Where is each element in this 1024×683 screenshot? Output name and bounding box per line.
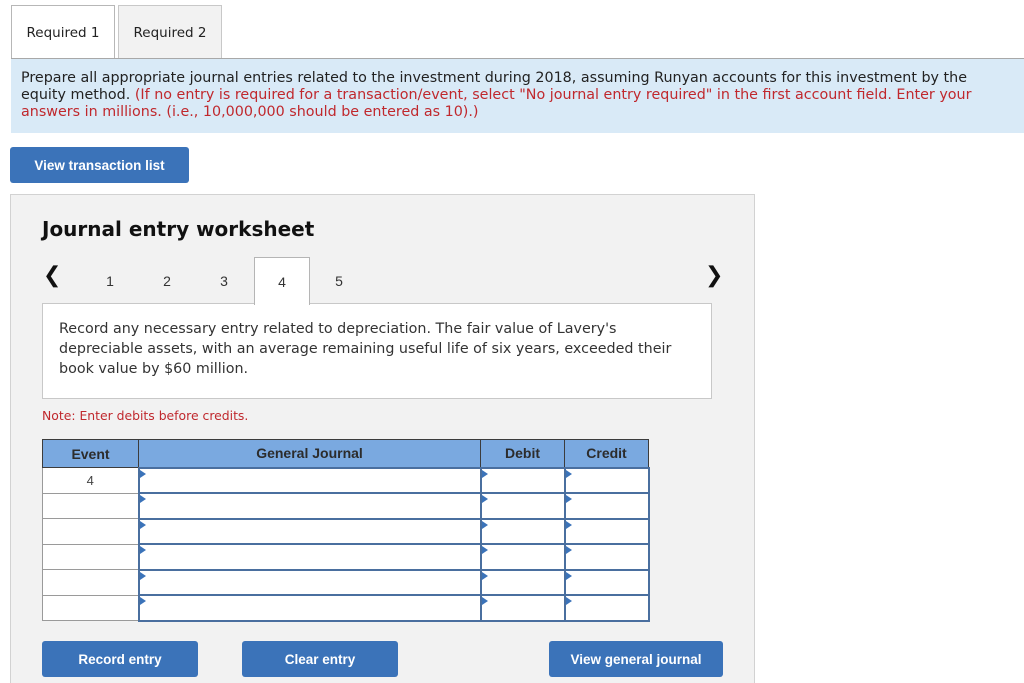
header-debit: Debit <box>480 439 565 468</box>
page-4[interactable]: 4 <box>254 257 310 305</box>
credit-field[interactable] <box>563 543 650 571</box>
table-row: 4 <box>42 466 650 494</box>
event-cell <box>42 569 139 596</box>
tab-required-1[interactable]: Required 1 <box>11 5 115 60</box>
worksheet-title: Journal entry worksheet <box>42 217 315 241</box>
debit-field[interactable] <box>479 492 566 520</box>
chevron-left-icon[interactable]: ❮ <box>43 263 61 288</box>
tab-required-2[interactable]: Required 2 <box>118 5 222 59</box>
page-3[interactable]: 3 <box>196 257 252 304</box>
page-1[interactable]: 1 <box>82 257 138 304</box>
event-cell <box>42 594 139 621</box>
credit-field[interactable] <box>563 466 650 494</box>
header-credit: Credit <box>564 439 649 468</box>
event-cell: 4 <box>42 467 139 494</box>
debit-field[interactable] <box>479 543 566 571</box>
page-5[interactable]: 5 <box>311 257 367 304</box>
debit-field[interactable] <box>479 517 566 545</box>
account-field[interactable] <box>137 543 482 571</box>
account-field[interactable] <box>137 517 482 545</box>
page-2[interactable]: 2 <box>139 257 195 304</box>
table-row <box>42 594 650 622</box>
table-row <box>42 492 650 520</box>
clear-entry-button[interactable]: Clear entry <box>242 641 398 677</box>
instructions-note: (If no entry is required for a transacti… <box>21 87 972 120</box>
instructions-panel: Prepare all appropriate journal entries … <box>11 59 1024 133</box>
account-field[interactable] <box>137 492 482 520</box>
debit-field[interactable] <box>479 568 566 596</box>
question-text: Record any necessary entry related to de… <box>42 303 712 399</box>
debit-field[interactable] <box>479 466 566 494</box>
debits-note: Note: Enter debits before credits. <box>42 408 249 423</box>
table-row <box>42 568 650 596</box>
journal-table: Event General Journal Debit Credit 4 <box>42 439 650 622</box>
debit-field[interactable] <box>479 594 566 622</box>
journal-entry-worksheet: Journal entry worksheet ❮ 1 2 3 4 5 ❯ Re… <box>10 194 755 683</box>
record-entry-button[interactable]: Record entry <box>42 641 198 677</box>
account-field[interactable] <box>137 568 482 596</box>
account-field[interactable] <box>137 594 482 622</box>
account-field[interactable] <box>137 466 482 494</box>
table-header-row: Event General Journal Debit Credit <box>42 439 649 468</box>
event-cell <box>42 518 139 545</box>
table-row <box>42 543 650 571</box>
entry-pager: ❮ 1 2 3 4 5 ❯ <box>11 257 756 305</box>
event-cell <box>42 543 139 570</box>
event-cell <box>42 492 139 519</box>
requirement-tabs: Required 1 Required 2 <box>11 5 225 60</box>
view-general-journal-button[interactable]: View general journal <box>549 641 723 677</box>
credit-field[interactable] <box>563 568 650 596</box>
header-general-journal: General Journal <box>138 439 481 468</box>
credit-field[interactable] <box>563 492 650 520</box>
header-event: Event <box>42 439 139 468</box>
view-transaction-list-button[interactable]: View transaction list <box>10 147 189 183</box>
credit-field[interactable] <box>563 517 650 545</box>
chevron-right-icon[interactable]: ❯ <box>705 263 723 288</box>
table-row <box>42 517 650 545</box>
credit-field[interactable] <box>563 594 650 622</box>
